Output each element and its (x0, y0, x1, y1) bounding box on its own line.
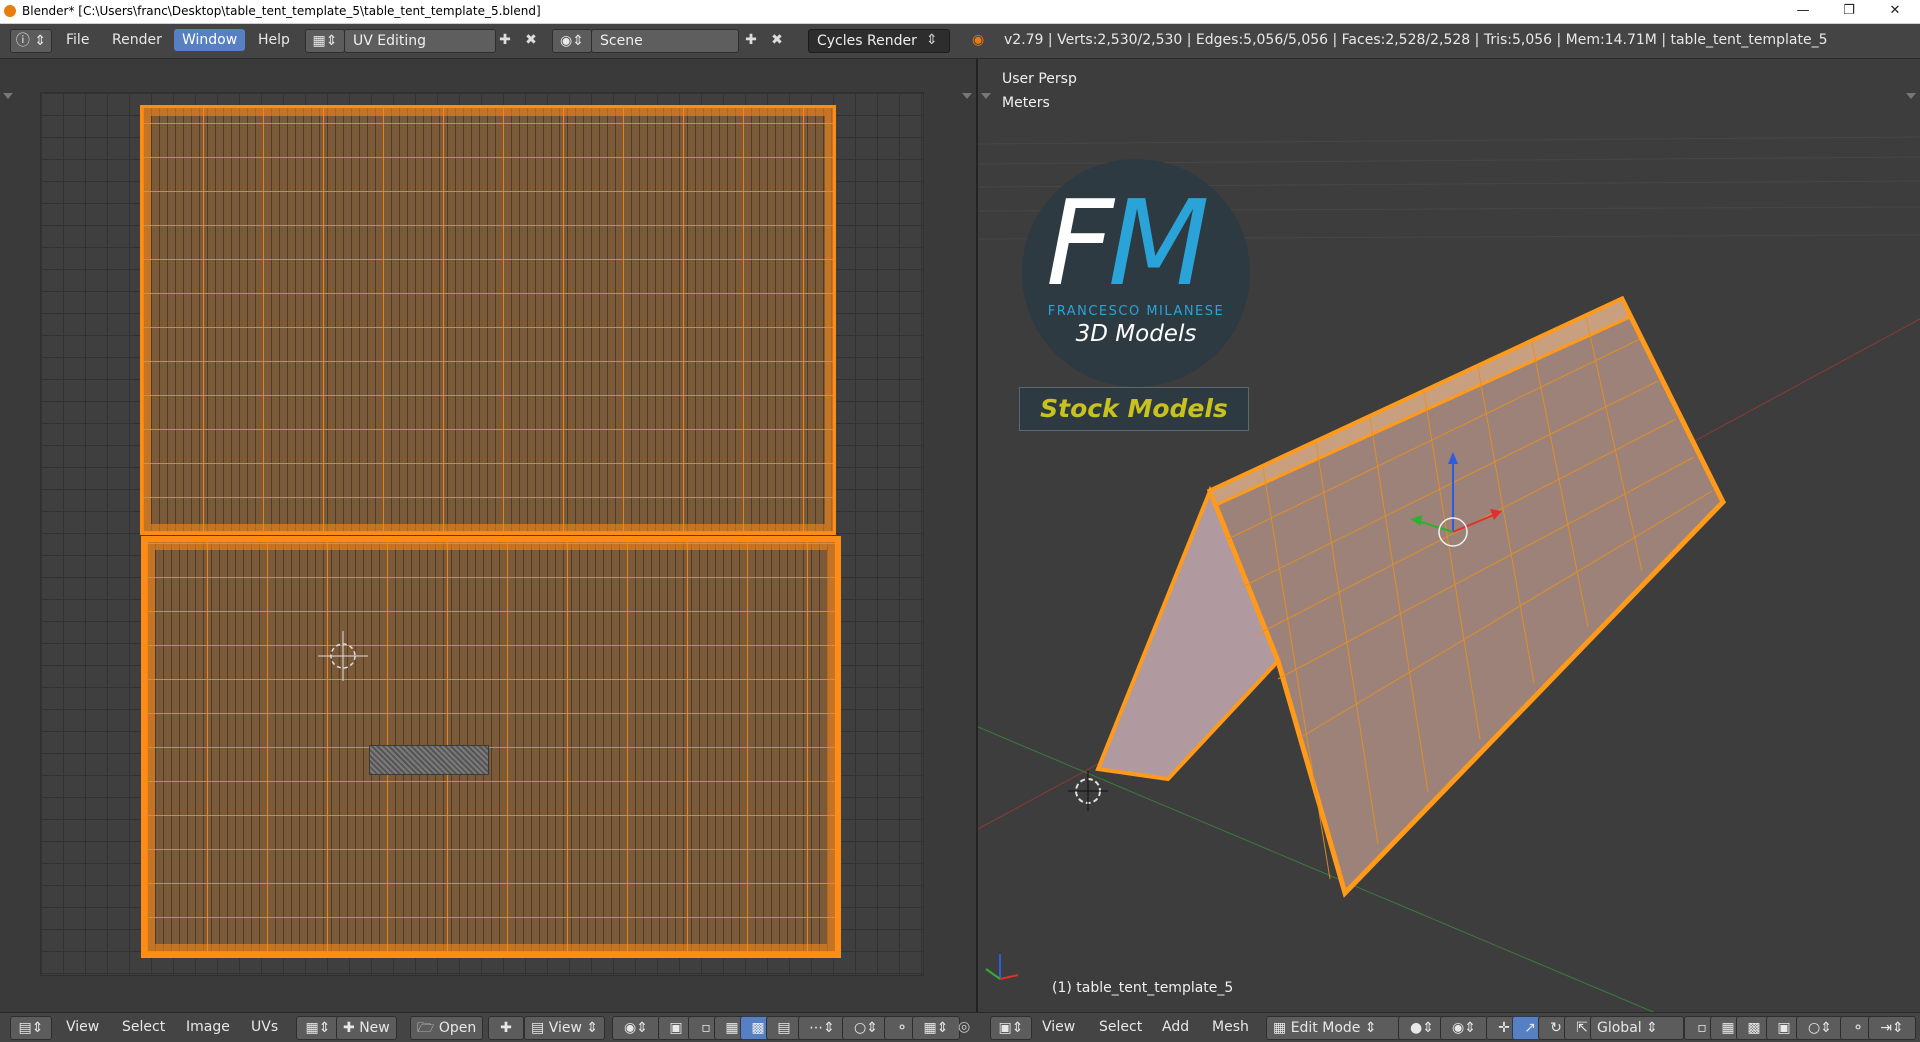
new-image-button[interactable]: ✚ New (336, 1016, 397, 1040)
orientation-label: Global (1597, 1020, 1642, 1036)
logo-name: FRANCESCO MILANESE (1047, 304, 1225, 319)
uv-island-bottom[interactable] (141, 536, 841, 958)
pivot-icon[interactable]: ◉⇕ (612, 1016, 660, 1040)
dropdown-arrows-icon: ⇕ (926, 32, 938, 48)
view3d-menu-mesh[interactable]: Mesh (1212, 1016, 1249, 1038)
snap-target-icon[interactable]: ⇥⇕ (1868, 1016, 1916, 1040)
new-image-label: New (359, 1020, 390, 1036)
proportional-editing-icon[interactable]: ○⇕ (1796, 1016, 1844, 1040)
logo-letter-m: M (1107, 174, 1210, 312)
proportional-edit-icon[interactable]: ○⇕ (842, 1016, 890, 1040)
add-screen-icon[interactable]: ✚ (494, 29, 516, 51)
menu-help[interactable]: Help (250, 29, 298, 51)
blender-logo-icon (4, 5, 16, 17)
stock-models-label: Stock Models (1040, 394, 1228, 423)
logo-letter-f: F (1046, 174, 1114, 312)
edit-mode-icon: ▦ (1273, 1020, 1291, 1036)
menu-window[interactable]: Window (174, 29, 246, 51)
bottom-headers: ▤⇕ View Select Image UVs ▦⇕ ✚ New 🗁 Open… (0, 1012, 1920, 1042)
menu-render[interactable]: Render (104, 29, 170, 51)
uv-view-mode-select[interactable]: ▤ View ⇕ (524, 1016, 606, 1040)
orientation-select[interactable]: Global ⇕ (1590, 1016, 1684, 1040)
stock-models-banner: Stock Models (1019, 387, 1249, 431)
blender-icon: ◉ (972, 32, 985, 48)
uv-menu-select[interactable]: Select (122, 1016, 165, 1038)
remove-screen-icon[interactable]: ✖ (520, 29, 542, 51)
scene-icon[interactable]: ◉⇕ (552, 29, 592, 53)
object-label: (1) table_tent_template_5 (1052, 980, 1234, 996)
fm-logo: FM FRANCESCO MILANESE 3D Models (1022, 159, 1250, 387)
restore-icon[interactable]: ❐ (1826, 0, 1872, 23)
uv-menu-view[interactable]: View (66, 1016, 99, 1038)
scene-field[interactable]: Scene (591, 29, 739, 53)
sticky-select-icon[interactable]: ⋯⇕ (798, 1016, 846, 1040)
view3d-menu-view[interactable]: View (1042, 1016, 1075, 1038)
uv-view-mode-label: View (548, 1020, 582, 1036)
open-image-button[interactable]: 🗁 Open (410, 1016, 484, 1040)
viewport-shading-icon[interactable]: ●⇕ (1398, 1016, 1446, 1040)
area-corner-icon[interactable] (962, 93, 972, 99)
uv-menu-uvs[interactable]: UVs (251, 1016, 278, 1038)
uv-menu-image[interactable]: Image (186, 1016, 230, 1038)
area-corner-icon[interactable] (3, 93, 13, 99)
window-titlebar: Blender* [C:\Users\franc\Desktop\table_t… (0, 0, 1920, 24)
snap-element-icon[interactable]: ▦⇕ (912, 1016, 960, 1040)
uv-image-editor[interactable] (0, 59, 976, 1012)
minimize-icon[interactable]: — (1780, 0, 1826, 23)
view-mode-icon: ▤ (531, 1020, 549, 1036)
plus-icon: ✚ (343, 1020, 360, 1036)
window-title: Blender* [C:\Users\franc\Desktop\table_t… (22, 4, 541, 18)
scopes-icon[interactable]: ◎ (958, 1016, 970, 1038)
browse-image-icon[interactable]: ▦⇕ (296, 1016, 340, 1040)
screen-layout-icon[interactable]: ▦⇕ (305, 29, 345, 53)
2d-cursor-icon[interactable] (318, 631, 368, 681)
menu-file[interactable]: File (58, 29, 97, 51)
folder-icon: 🗁 (417, 1020, 439, 1036)
pin-image-icon[interactable]: ✚ (488, 1016, 524, 1040)
editor-type-info-icon[interactable]: ⓘ ⇕ (10, 29, 52, 53)
mode-label: Edit Mode (1290, 1020, 1361, 1036)
view3d-editor-type-icon[interactable]: ▣⇕ (990, 1016, 1032, 1040)
scene-stats: v2.79 | Verts:2,530/2,530 | Edges:5,056/… (1004, 32, 1828, 48)
view3d-menu-select[interactable]: Select (1099, 1016, 1142, 1038)
pivot-point-icon[interactable]: ◉⇕ (1440, 1016, 1488, 1040)
mode-select[interactable]: ▦ Edit Mode ⇕ (1266, 1016, 1402, 1040)
info-header: ⓘ ⇕ File Render Window Help ▦⇕ UV Editin… (0, 24, 1920, 59)
3d-viewport[interactable]: User Persp Meters FM FRANCESCO MILANESE … (978, 59, 1920, 1012)
image-editor-type-icon[interactable]: ▤⇕ (10, 1016, 52, 1040)
screen-layout-field[interactable]: UV Editing (344, 29, 496, 53)
uv-island-top[interactable] (140, 105, 836, 535)
open-image-label: Open (438, 1020, 477, 1036)
island-select-icon[interactable]: ▤ (766, 1016, 802, 1040)
view3d-menu-add[interactable]: Add (1162, 1016, 1189, 1038)
add-scene-icon[interactable]: ✚ (740, 29, 762, 51)
uv-selected-face[interactable] (369, 745, 489, 775)
close-icon[interactable]: ✕ (1872, 0, 1918, 23)
remove-scene-icon[interactable]: ✖ (766, 29, 788, 51)
logo-subtitle: 3D Models (1075, 321, 1197, 347)
axis-orientation-icon (985, 954, 1019, 980)
